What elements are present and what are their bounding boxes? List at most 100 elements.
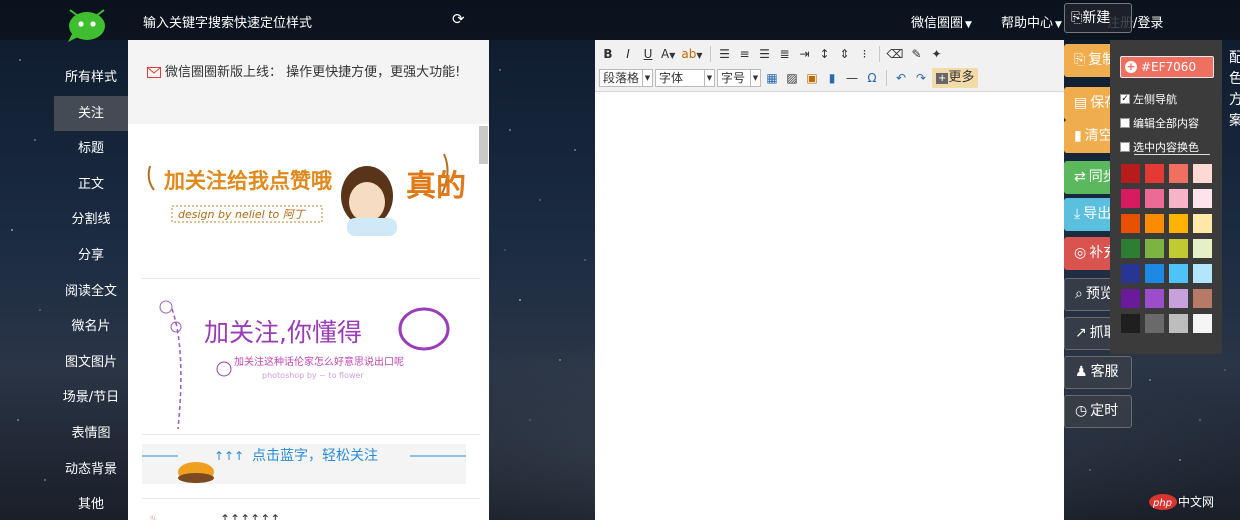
sidebar-item[interactable]: 分割线 bbox=[54, 202, 128, 238]
paragraph-format-select[interactable]: 段落格 ▼ bbox=[599, 69, 653, 87]
mail-icon bbox=[147, 67, 161, 78]
color-swatch[interactable] bbox=[1145, 264, 1164, 283]
save-icon: ▤ bbox=[1074, 95, 1088, 111]
sidebar-item[interactable]: 表情图 bbox=[54, 416, 128, 452]
chevron-down-icon: ▼ bbox=[642, 70, 652, 86]
line-height-icon[interactable]: ↕ bbox=[816, 45, 834, 63]
italic-button[interactable]: I bbox=[619, 45, 637, 63]
align-right-icon[interactable]: ☰ bbox=[756, 45, 774, 63]
table-icon[interactable]: ▦ bbox=[763, 69, 781, 87]
sidebar-item[interactable]: 标题 bbox=[54, 131, 128, 167]
color-swatch[interactable] bbox=[1193, 164, 1212, 183]
checkbox-icon[interactable] bbox=[1120, 118, 1130, 128]
sidebar-item[interactable]: 所有样式 bbox=[54, 60, 128, 96]
paragraph-spacing-icon[interactable]: ⇕ bbox=[836, 45, 854, 63]
list-icon[interactable]: ⁝ bbox=[856, 45, 874, 63]
option-left-nav[interactable]: ✓ 左侧导航 bbox=[1120, 91, 1177, 107]
undo-icon[interactable]: ↶ bbox=[892, 69, 910, 87]
rich-text-editor[interactable]: B I U A▼ ab▼ ☰ ≡ ☰ ≣ ⇥ ↕ ⇕ ⁝ ⌫ ✎ ✦ 段落格 ▼ … bbox=[595, 40, 1064, 520]
option-recolor-selection[interactable]: 选中内容换色 bbox=[1120, 139, 1199, 155]
highlight-button[interactable]: ab▼ bbox=[679, 45, 704, 63]
redo-icon[interactable]: ↷ bbox=[912, 69, 930, 87]
color-swatch[interactable] bbox=[1145, 189, 1164, 208]
color-swatch[interactable] bbox=[1145, 289, 1164, 308]
bold-button[interactable]: B bbox=[599, 45, 617, 63]
color-swatch[interactable] bbox=[1145, 239, 1164, 258]
click-blue-text-banner-image: ↑↑↑ 点击蓝字，轻松关注 bbox=[142, 444, 466, 484]
checkbox-icon[interactable] bbox=[1120, 142, 1130, 152]
justify-icon[interactable]: ≣ bbox=[776, 45, 794, 63]
color-swatch[interactable] bbox=[1121, 164, 1140, 183]
checkbox-checked-icon[interactable]: ✓ bbox=[1120, 94, 1130, 104]
color-swatch[interactable] bbox=[1145, 214, 1164, 233]
refresh-icon[interactable]: ⟳ bbox=[452, 10, 465, 28]
color-swatch[interactable] bbox=[1121, 264, 1140, 283]
chevron-down-icon: ▼ bbox=[750, 70, 760, 86]
search-style-input[interactable]: 输入关键字搜索快速定位样式 bbox=[143, 12, 312, 31]
option-edit-all-label: 编辑全部内容 bbox=[1133, 117, 1199, 130]
color-swatch[interactable] bbox=[1193, 314, 1212, 333]
insert-picture-icon[interactable]: ▣ bbox=[803, 69, 821, 87]
color-swatch[interactable] bbox=[1193, 214, 1212, 233]
color-swatch[interactable] bbox=[1121, 239, 1140, 258]
color-swatch[interactable] bbox=[1169, 264, 1188, 283]
sidebar-item[interactable]: 其他 bbox=[54, 487, 128, 520]
more-button[interactable]: + 更多 bbox=[932, 68, 979, 88]
color-swatch[interactable] bbox=[1193, 289, 1212, 308]
color-swatch[interactable] bbox=[1193, 189, 1212, 208]
font-color-button[interactable]: A▼ bbox=[659, 45, 677, 63]
color-swatch[interactable] bbox=[1169, 239, 1188, 258]
align-left-icon[interactable]: ☰ bbox=[716, 45, 734, 63]
color-swatch[interactable] bbox=[1121, 189, 1140, 208]
color-swatch[interactable] bbox=[1121, 314, 1140, 333]
color-swatch[interactable] bbox=[1169, 164, 1188, 183]
style-card-click-follow[interactable]: ↑↑↑ 点击蓝字，轻松关注 bbox=[142, 438, 480, 496]
indent-icon[interactable]: ⇥ bbox=[796, 45, 814, 63]
sidebar-item[interactable]: 微名片 bbox=[54, 309, 128, 345]
action-button[interactable]: ◷ 定时 bbox=[1064, 395, 1132, 428]
action-button-label: 清空 bbox=[1084, 128, 1113, 144]
color-swatch[interactable] bbox=[1169, 189, 1188, 208]
font-family-select[interactable]: 字体 ▼ bbox=[655, 69, 715, 87]
sidebar-item[interactable]: 正文 bbox=[54, 167, 128, 203]
align-center-icon[interactable]: ≡ bbox=[736, 45, 754, 63]
color-swatch[interactable] bbox=[1121, 289, 1140, 308]
nav-help-center[interactable]: 帮助中心 ▼ bbox=[1001, 12, 1062, 31]
option-left-nav-label: 左侧导航 bbox=[1133, 93, 1177, 106]
option-edit-all[interactable]: 编辑全部内容 bbox=[1120, 115, 1199, 131]
color-swatch[interactable] bbox=[1145, 164, 1164, 183]
font-size-select[interactable]: 字号 ▼ bbox=[717, 69, 761, 87]
insert-video-icon[interactable]: ▮ bbox=[823, 69, 841, 87]
format-brush-icon[interactable]: ✎ bbox=[907, 45, 925, 63]
new-button[interactable]: ⎘新建 bbox=[1064, 3, 1132, 33]
underline-button[interactable]: U bbox=[639, 45, 657, 63]
action-button-label: 导出 bbox=[1083, 206, 1112, 222]
style-card-arrows[interactable]: ♨ ↑↑↑↑↑↑ bbox=[142, 498, 480, 520]
style-card-follow-1[interactable]: 加关注给我点赞哦 design by neliel to 阿丁 真的 bbox=[142, 126, 480, 279]
eraser-icon[interactable]: ⌫ bbox=[885, 45, 906, 63]
exchange-icon: ⇄ bbox=[1074, 169, 1086, 185]
insert-image-icon[interactable]: ▨ bbox=[783, 69, 801, 87]
color-swatch[interactable] bbox=[1193, 239, 1212, 258]
magic-wand-icon[interactable]: ✦ bbox=[927, 45, 945, 63]
sidebar-item[interactable]: 场景/节日 bbox=[54, 380, 128, 416]
color-value-field[interactable]: + #EF7060 bbox=[1120, 56, 1214, 78]
color-swatch[interactable] bbox=[1121, 214, 1140, 233]
horizontal-rule-icon[interactable]: — bbox=[843, 69, 861, 87]
style-card-follow-2[interactable]: 加关注,你懂得 加关注这种话伦家怎么好意思说出口呢 photoshop by ~… bbox=[142, 279, 480, 435]
sidebar-item[interactable]: 关注 bbox=[54, 95, 128, 132]
color-swatch[interactable] bbox=[1169, 289, 1188, 308]
color-swatch[interactable] bbox=[1169, 214, 1188, 233]
action-button[interactable]: ♟ 客服 bbox=[1064, 356, 1132, 389]
sidebar-item[interactable]: 动态背景 bbox=[54, 452, 128, 488]
wechat-logo-icon[interactable] bbox=[60, 4, 114, 44]
nav-wechat-circle[interactable]: 微信圈圈 ▼ bbox=[911, 12, 972, 31]
color-swatch[interactable] bbox=[1193, 264, 1212, 283]
sidebar-item[interactable]: 阅读全文 bbox=[54, 274, 128, 310]
color-swatch[interactable] bbox=[1169, 314, 1188, 333]
color-swatch[interactable] bbox=[1145, 314, 1164, 333]
sidebar-item[interactable]: 分享 bbox=[54, 238, 128, 274]
special-char-icon[interactable]: Ω bbox=[863, 69, 881, 87]
sidebar-item[interactable]: 图文图片 bbox=[54, 345, 128, 381]
scrollbar-thumb[interactable] bbox=[479, 126, 488, 164]
